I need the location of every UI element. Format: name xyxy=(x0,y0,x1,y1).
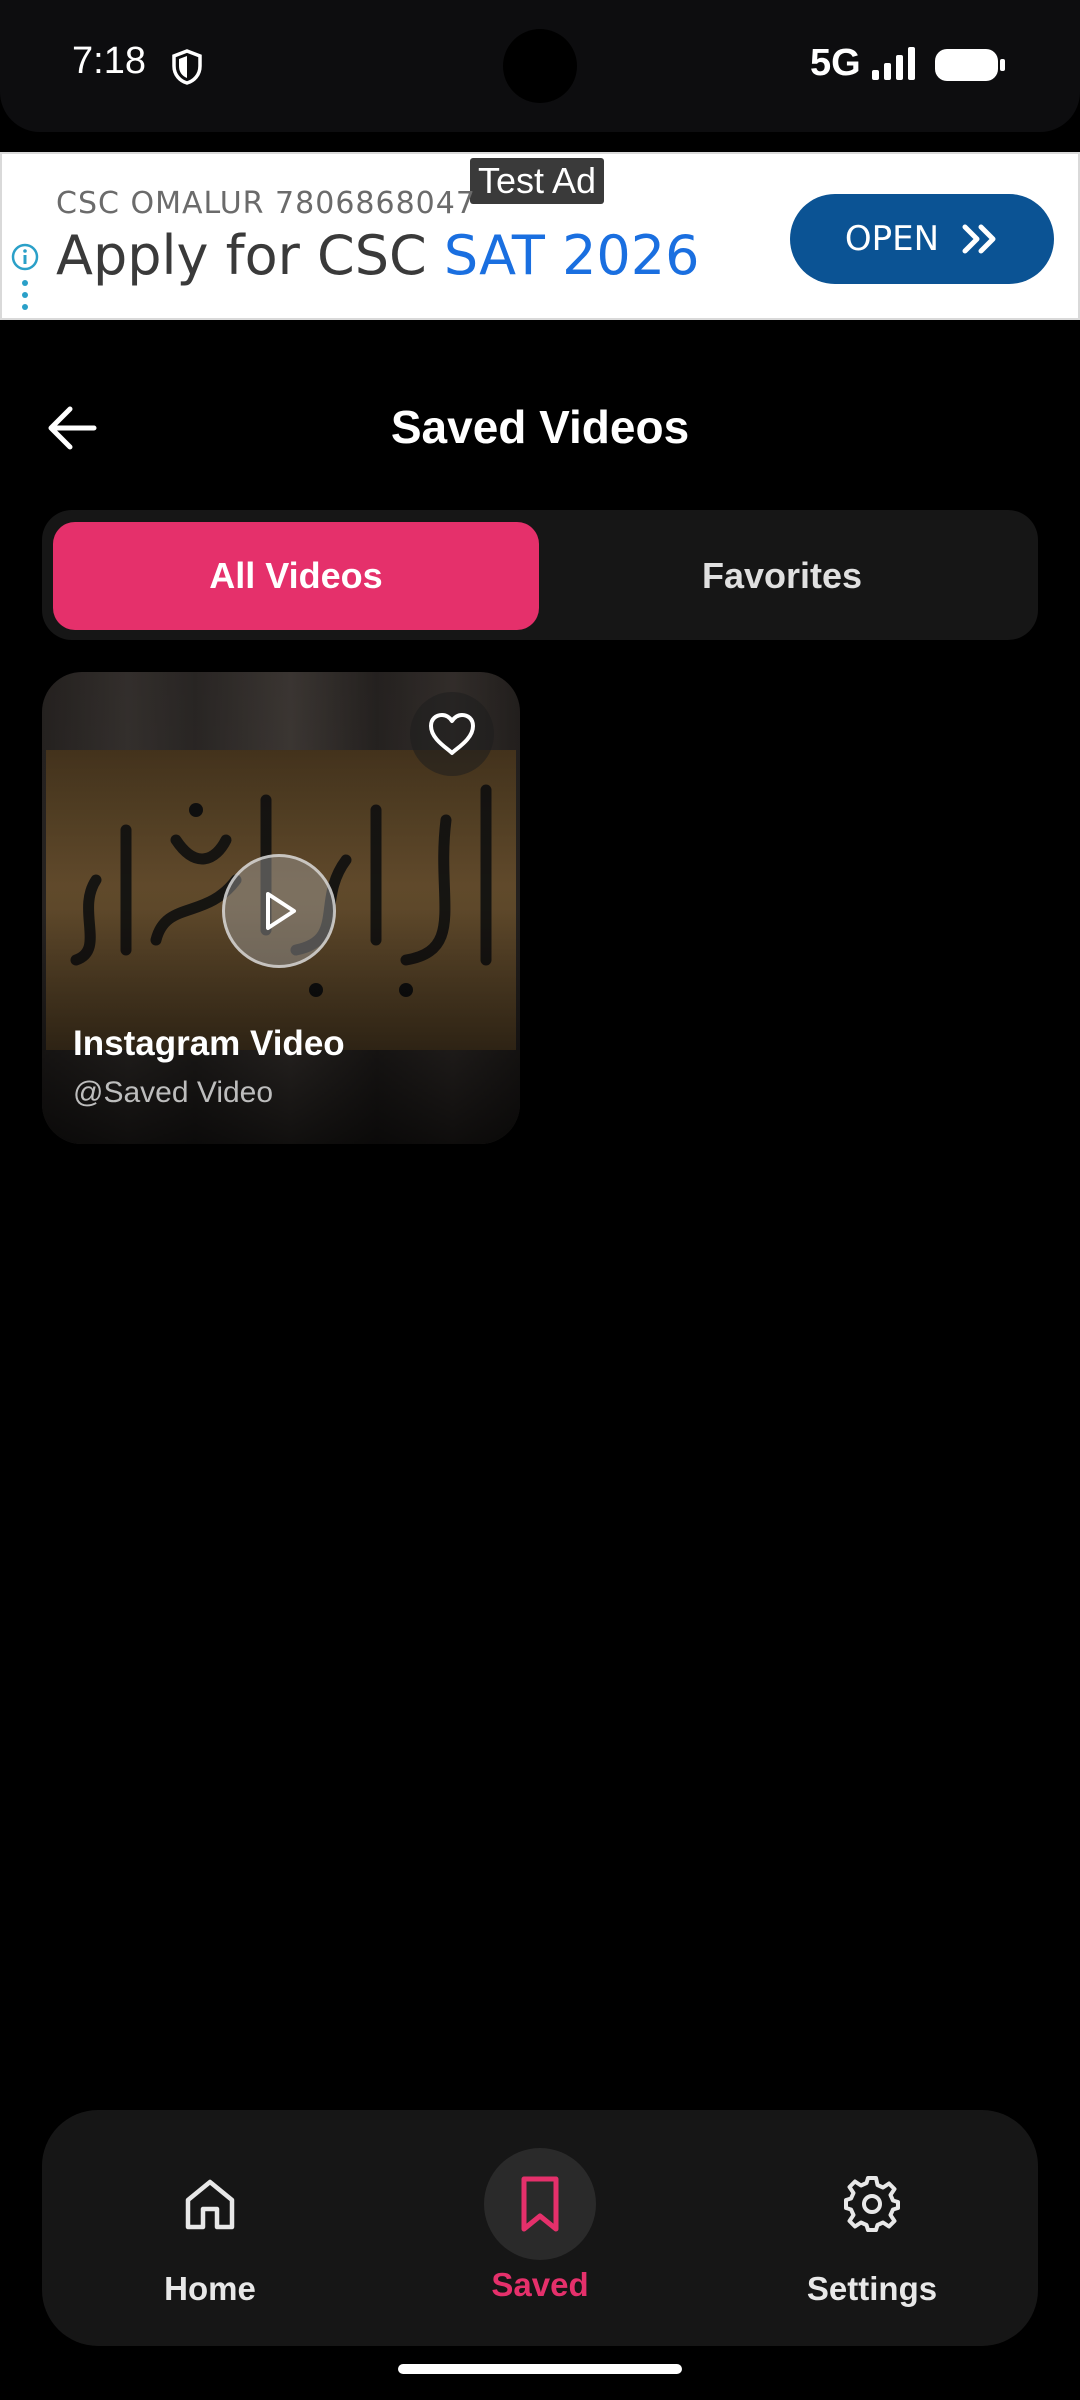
favorite-button[interactable] xyxy=(410,692,494,776)
nav-label-settings: Settings xyxy=(806,2270,938,2307)
ad-sponsor: CSC OMALUR 7806868047 xyxy=(56,186,476,221)
nav-label-home: Home xyxy=(164,2270,256,2307)
nav-item-home[interactable]: Home xyxy=(90,2110,330,2346)
bookmark-icon xyxy=(521,2176,559,2232)
video-subtitle: @Saved Video xyxy=(73,1076,274,1109)
double-chevron-right-icon xyxy=(962,224,996,254)
battery-icon xyxy=(935,49,1005,81)
ad-options-icon[interactable] xyxy=(20,278,30,312)
ad-headline-highlight: SAT 2026 xyxy=(443,224,700,287)
nav-label-saved: Saved xyxy=(491,2266,589,2303)
page-title: Saved Videos xyxy=(390,401,690,453)
status-time: 7:18 xyxy=(72,40,146,82)
status-bar: 7:18 5G xyxy=(0,0,1080,132)
test-ad-tag: Test Ad xyxy=(470,158,605,204)
video-title: Instagram Video xyxy=(73,1024,345,1063)
ad-headline: Apply for CSC SAT 2026 xyxy=(56,224,700,287)
ad-headline-text: Apply for CSC xyxy=(56,224,444,287)
nav-saved-icon-wrap xyxy=(484,2148,596,2260)
nav-item-saved[interactable]: Saved xyxy=(420,2110,660,2346)
video-card[interactable]: Instagram Video @Saved Video xyxy=(42,672,520,1144)
nav-home-icon-wrap xyxy=(154,2148,266,2260)
home-indicator[interactable] xyxy=(398,2364,682,2374)
signal-icon xyxy=(872,47,915,80)
gear-icon xyxy=(844,2176,900,2232)
play-icon xyxy=(266,892,296,930)
bottom-navigation: Home Saved Settings xyxy=(42,2110,1038,2346)
tab-all-videos[interactable]: All Videos xyxy=(53,522,539,630)
ad-open-label: OPEN xyxy=(844,219,940,259)
heart-icon xyxy=(429,713,475,755)
ad-open-button[interactable]: OPEN xyxy=(790,194,1054,284)
home-icon xyxy=(185,2179,235,2230)
nav-settings-icon-wrap xyxy=(816,2148,928,2260)
network-type: 5G xyxy=(810,42,861,84)
tab-favorites[interactable]: Favorites xyxy=(539,522,1025,630)
tab-bar: All Videos Favorites xyxy=(42,510,1038,640)
ad-banner[interactable]: Test Ad CSC OMALUR 7806868047 Apply for … xyxy=(0,152,1080,320)
camera-cutout xyxy=(503,29,577,103)
shield-icon xyxy=(172,49,202,85)
nav-item-settings[interactable]: Settings xyxy=(752,2110,992,2346)
play-button[interactable] xyxy=(222,854,336,968)
info-icon[interactable] xyxy=(10,242,40,272)
